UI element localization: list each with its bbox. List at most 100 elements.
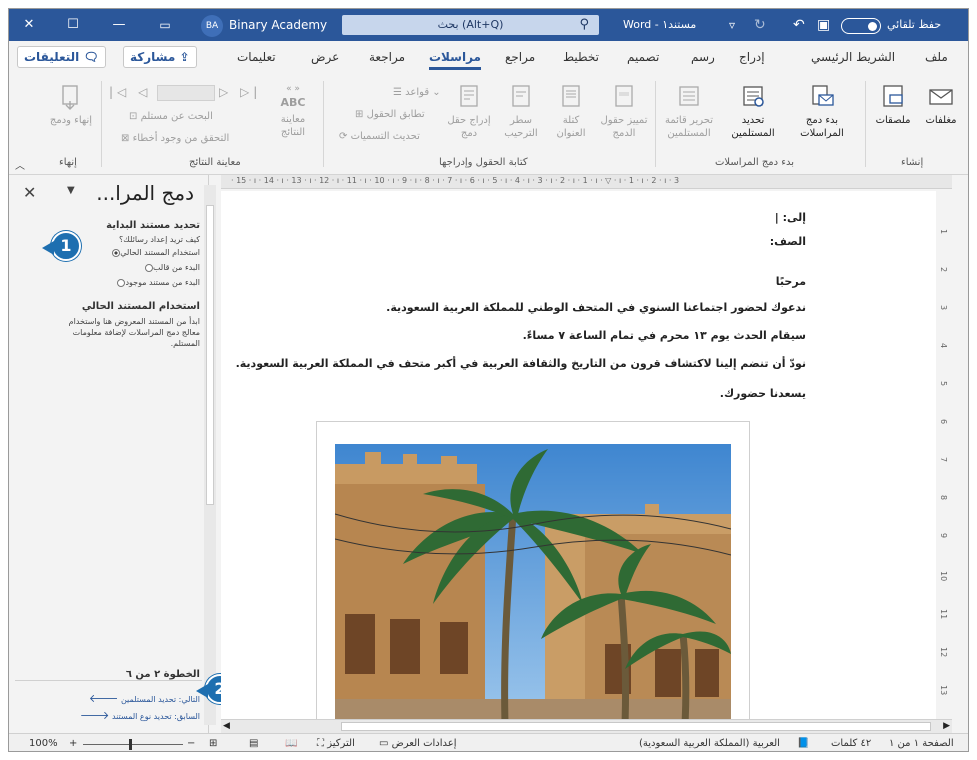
preview-arrows-icon: « »	[286, 84, 300, 94]
tab-home[interactable]: الشريط الرئيسي	[811, 50, 895, 64]
preview-results-button[interactable]: « » ABC معاينة النتائج	[271, 83, 315, 139]
customize-qat-icon[interactable]: ▿	[729, 9, 735, 41]
user-name[interactable]: Binary Academy	[229, 9, 327, 41]
group-start-label: بدء دمج المراسلات	[715, 157, 795, 168]
comments-button[interactable]: 🗨 التعليقات	[17, 46, 106, 68]
insert-merge-field-button[interactable]: إدراج حقل دمج	[447, 83, 491, 140]
tab-mailings[interactable]: مراسلات	[429, 50, 481, 70]
minimize-icon[interactable]: —	[99, 9, 139, 41]
pane-options-icon[interactable]: ▼	[67, 185, 75, 196]
zoom-in-icon[interactable]: +	[69, 738, 77, 749]
option-current-document[interactable]: استخدام المستند الحالي	[109, 248, 200, 257]
doc-line-class[interactable]: الصف:	[770, 235, 806, 248]
match-fields-button[interactable]: تطابق الحقول ⊞	[355, 109, 425, 120]
greeting-line-button[interactable]: سطر الترحيب	[499, 83, 543, 140]
museum-photo[interactable]	[335, 444, 731, 719]
previous-step-link[interactable]: السابق: تحديد نوع المستند 🡒	[80, 708, 200, 722]
option-from-template[interactable]: البدء من قالب	[142, 263, 200, 272]
tab-view[interactable]: عرض	[311, 50, 339, 64]
check-errors-button[interactable]: التحقق من وجود أخطاء ⊠	[121, 133, 229, 144]
web-layout-icon[interactable]: ⊞	[209, 738, 217, 749]
ribbon-display-icon[interactable]: ▭	[145, 9, 185, 41]
option-existing-document[interactable]: البدء من مستند موجود	[114, 278, 200, 287]
start-mail-merge-button[interactable]: بدء دمج المراسلات	[789, 83, 855, 140]
zoom-out-icon[interactable]: −	[187, 738, 195, 749]
scroll-thumb[interactable]	[341, 722, 931, 731]
collapse-ribbon-icon[interactable]: ︿	[15, 157, 25, 172]
avatar[interactable]: BA	[201, 15, 223, 37]
finish-merge-button[interactable]: إنهاء ودمج	[49, 83, 93, 127]
tab-review[interactable]: مراجعة	[369, 50, 405, 64]
record-number-input[interactable]	[157, 85, 215, 101]
pane-scrollbar[interactable]	[204, 185, 216, 725]
zoom-slider-knob[interactable]	[129, 739, 132, 750]
page-indicator[interactable]: الصفحة ١ من ١	[889, 738, 954, 749]
close-window-icon[interactable]: ✕	[9, 9, 49, 41]
document-canvas[interactable]: إلى: | الصف: مرحبًا ندعوك لحضور اجتماعنا…	[221, 191, 936, 719]
record-navigation-next[interactable]: ▷ ▷|	[219, 85, 261, 99]
option-current-label: استخدام المستند الحالي	[120, 248, 200, 257]
tab-file[interactable]: ملف	[925, 50, 948, 64]
tab-help[interactable]: تعليمات	[237, 50, 276, 64]
print-layout-icon[interactable]: ▤	[249, 738, 258, 749]
edit-list-label: تحرير قائمة المستلمين	[665, 115, 713, 139]
doc-line-join[interactable]: نودّ أن تنضم إلينا لاكتشاف قرون من التار…	[236, 357, 806, 370]
doc-line-invite[interactable]: ندعوك لحضور اجتماعنا السنوي في المتحف ال…	[386, 301, 806, 314]
tab-insert[interactable]: إدراج	[739, 50, 765, 64]
save-icon[interactable]: ▣	[817, 9, 830, 41]
redo-icon[interactable]: ↻	[754, 9, 766, 41]
record-navigation[interactable]: |◁ ◁	[109, 85, 151, 99]
focus-button[interactable]: التركيز ⛶	[317, 738, 355, 749]
rules-button[interactable]: ⌄ قواعد ☰	[393, 87, 441, 98]
tab-references[interactable]: مراجع	[505, 50, 535, 64]
doc-line-to[interactable]: إلى: |	[775, 211, 806, 224]
scroll-left-icon[interactable]: ◀	[223, 721, 230, 731]
finish-merge-label: إنهاء ودمج	[49, 115, 93, 126]
select-recipients-button[interactable]: تحديد المستلمين	[723, 83, 783, 140]
doc-line-greeting[interactable]: مرحبًا	[776, 275, 806, 288]
description-line: المستلم.	[170, 339, 200, 348]
find-recipient-button[interactable]: البحث عن مستلم ⊡	[129, 111, 213, 122]
address-block-button[interactable]: كتلة العنوان	[549, 83, 593, 140]
radio[interactable]	[144, 263, 153, 272]
group-separator	[101, 81, 102, 167]
group-finish-label: إنهاء	[59, 157, 77, 168]
read-mode-icon[interactable]: 📖	[285, 738, 297, 749]
scroll-thumb[interactable]	[206, 205, 214, 505]
title-bar: ✕ ☐ — ▭ BA Binary Academy بحث (Alt+Q) ⚲ …	[9, 9, 968, 41]
doc-line-time[interactable]: سيقام الحدث يوم ١٣ محرم في تمام الساعة ٧…	[523, 329, 806, 342]
search-input[interactable]: بحث (Alt+Q) ⚲	[342, 15, 599, 35]
maximize-icon[interactable]: ☐	[53, 9, 93, 41]
group-preview-label: معاينة النتائج	[189, 157, 241, 168]
proofing-icon[interactable]: 📘	[797, 738, 809, 749]
highlight-merge-fields-button[interactable]: تمييز حقول الدمج	[599, 83, 649, 140]
display-settings-button[interactable]: إعدادات العرض ▭	[379, 738, 457, 749]
zoom-slider[interactable]	[83, 739, 183, 750]
horizontal-ruler[interactable]: · 15 · ı · 14 · ı · 13 · ı · 12 · ı · 11…	[221, 175, 952, 189]
autosave-toggle[interactable]	[841, 18, 881, 34]
share-button[interactable]: ⇪ مشاركة	[123, 46, 197, 68]
update-labels-button[interactable]: تحديث التسميات ⟳	[339, 131, 420, 142]
labels-button[interactable]: ملصقات	[873, 83, 913, 127]
vertical-ruler[interactable]: 1 2 3 4 5 6 7 8 9 10 11 12 13	[936, 191, 952, 711]
tab-draw[interactable]: رسم	[691, 50, 715, 64]
tab-design[interactable]: تصميم	[627, 50, 659, 64]
image-frame[interactable]	[316, 421, 750, 719]
vertical-ruler-mark: 10	[939, 571, 948, 582]
scroll-right-icon[interactable]: ▶	[943, 721, 950, 731]
edit-recipient-list-button[interactable]: تحرير قائمة المستلمين	[663, 83, 715, 140]
arrow-right-icon: 🡒	[79, 709, 110, 722]
vertical-ruler-mark: 12	[939, 647, 948, 658]
word-count[interactable]: ٤٢ كلمات	[831, 738, 871, 749]
zoom-percent[interactable]: 100%	[29, 738, 58, 749]
close-pane-icon[interactable]: ✕	[23, 183, 36, 202]
focus-label: التركيز	[327, 738, 355, 749]
undo-icon[interactable]: ↶	[793, 9, 805, 41]
vertical-ruler-mark: 2	[939, 267, 948, 273]
next-step-link[interactable]: التالي: تحديد المستلمين 🡐	[89, 691, 200, 705]
horizontal-scrollbar[interactable]: ◀ ▶	[221, 719, 952, 733]
language-indicator[interactable]: العربية (المملكة العربية السعودية)	[639, 738, 780, 749]
tab-layout[interactable]: تخطيط	[563, 50, 599, 64]
envelopes-button[interactable]: مغلفات	[919, 83, 963, 127]
doc-line-closing[interactable]: يسعدنا حضورك.	[720, 387, 806, 400]
